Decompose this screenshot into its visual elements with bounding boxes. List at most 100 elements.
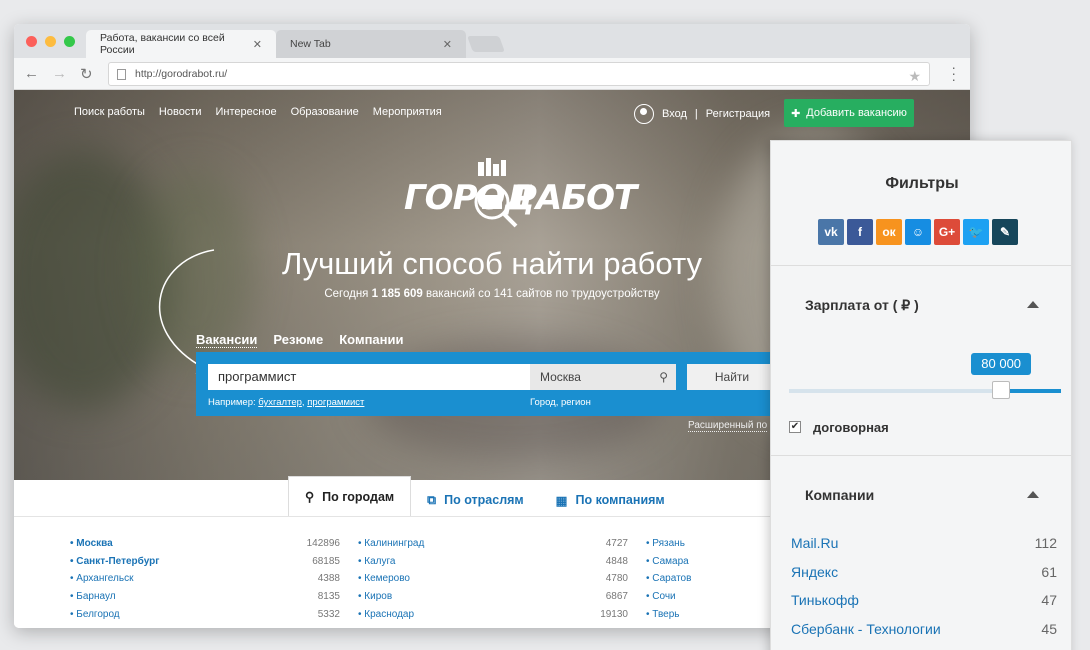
collapse-caret-icon[interactable] — [1027, 491, 1039, 498]
tab-vacancies[interactable]: Вакансии — [196, 332, 258, 348]
city-name[interactable]: Архангельск — [70, 573, 133, 591]
city-name[interactable]: Краснодар — [358, 609, 414, 627]
city-row[interactable]: Архангельск 4388 — [70, 573, 340, 591]
company-row[interactable]: Сбербанк - Технологии 45 — [791, 621, 1057, 637]
salary-slider-handle[interactable] — [992, 381, 1011, 399]
search-box: программист Москва ⚲ Найти Например: бух… — [196, 352, 786, 416]
tab-by-cities[interactable]: ⚲ По городам — [288, 476, 412, 516]
city-row[interactable]: Барнаул 8135 — [70, 591, 340, 609]
url-text: http://gorodrabot.ru/ — [135, 68, 228, 80]
city-name[interactable]: Калуга — [358, 556, 395, 574]
find-button[interactable]: Найти — [687, 364, 777, 390]
company-row[interactable]: Яндекс 61 — [791, 564, 1057, 580]
city-name[interactable]: Кемерово — [358, 573, 410, 591]
livejournal-icon[interactable]: ✎ — [992, 219, 1018, 245]
close-icon[interactable]: ✕ — [253, 38, 262, 51]
city-row[interactable]: Тверь — [646, 609, 756, 627]
company-name[interactable]: Яндекс — [791, 564, 838, 580]
city-row[interactable]: Киров 6867 — [358, 591, 628, 609]
bookmark-star-icon[interactable]: ★ — [908, 65, 921, 87]
example-link-accountant[interactable]: бухгалтер — [258, 397, 302, 408]
city-row[interactable]: Самара — [646, 556, 756, 574]
example-link-programmer[interactable]: программист — [307, 397, 364, 408]
city-name[interactable]: Барнаул — [70, 591, 115, 609]
tab-companies[interactable]: Компании — [339, 332, 403, 348]
nav-item-events[interactable]: Мероприятия — [373, 106, 442, 118]
reload-icon[interactable]: ↻ — [80, 65, 93, 83]
nav-item-interesting[interactable]: Интересное — [216, 106, 277, 118]
add-vacancy-button[interactable]: ✚ Добавить вакансию — [784, 99, 914, 127]
city-name[interactable]: Саратов — [646, 573, 691, 591]
company-name[interactable]: Сбербанк - Технологии — [791, 621, 941, 637]
city-row[interactable]: Краснодар 19130 — [358, 609, 628, 627]
address-bar[interactable]: http://gorodrabot.ru/ ★ — [108, 62, 930, 86]
login-link[interactable]: Вход — [662, 108, 687, 120]
city-name[interactable]: Сочи — [646, 591, 675, 609]
city-name[interactable]: Тверь — [646, 609, 679, 627]
company-row[interactable]: Mail.Ru 112 — [791, 535, 1057, 551]
city-name[interactable]: Самара — [646, 556, 688, 574]
city-input[interactable]: Москва ⚲ — [530, 364, 676, 390]
close-window-button[interactable] — [26, 36, 37, 47]
advanced-search-link[interactable]: Расширенный по — [688, 420, 768, 432]
negotiable-checkbox[interactable]: ✔ — [789, 421, 801, 433]
city-name[interactable]: Москва — [70, 538, 112, 556]
city-count: 142896 — [306, 538, 340, 549]
city-row[interactable]: Калуга 4848 — [358, 556, 628, 574]
filter-panel: Фильтры vk f ок ☺ G+ 🐦 ✎ Зарплата от ( ₽ ) 80 … — [770, 140, 1073, 650]
city-name[interactable]: Белгород — [70, 609, 119, 627]
city-count: 68185 — [312, 555, 340, 567]
vk-icon[interactable]: vk — [818, 219, 844, 245]
city-row[interactable]: Санкт-Петербург 68185 — [70, 556, 340, 574]
city-row[interactable]: Москва 142896 — [70, 538, 340, 556]
auth-links: Вход | Регистрация — [634, 104, 770, 124]
city-count: 5332 — [317, 608, 340, 620]
city-row[interactable]: Кемерово 4780 — [358, 573, 628, 591]
city-name[interactable]: Киров — [358, 591, 392, 609]
salary-slider-fill — [1001, 389, 1061, 393]
site-logo[interactable]: ГОРОД РАБОТ — [404, 158, 637, 228]
city-row[interactable]: Белгород 5332 — [70, 609, 340, 627]
filter-title: Фильтры — [885, 175, 959, 192]
moimir-icon[interactable]: ☺ — [905, 219, 931, 245]
odnoklassniki-icon[interactable]: ок — [876, 219, 902, 245]
tab-by-industries[interactable]: ⧉ По отраслям — [411, 480, 540, 520]
city-name[interactable]: Калининград — [358, 538, 424, 556]
city-name[interactable]: Санкт-Петербург — [70, 556, 159, 574]
salary-slider[interactable] — [789, 389, 1061, 393]
tab-title: New Tab — [290, 38, 331, 50]
minimize-window-button[interactable] — [45, 36, 56, 47]
maximize-window-button[interactable] — [64, 36, 75, 47]
company-name[interactable]: Тинькофф — [791, 592, 859, 608]
city-row[interactable]: Калининград 4727 — [358, 538, 628, 556]
company-row[interactable]: Тинькофф 47 — [791, 592, 1057, 608]
vacancy-count: 1 185 609 — [371, 288, 423, 300]
new-tab-button[interactable] — [467, 36, 505, 52]
search-input[interactable]: программист — [208, 364, 530, 390]
nav-item-education[interactable]: Образование — [291, 106, 359, 118]
browser-menu-icon[interactable]: · · · — [951, 60, 956, 86]
tab-by-companies[interactable]: ▦ По компаниям — [540, 480, 681, 520]
city-name[interactable]: Рязань — [646, 538, 685, 556]
search-type-tabs: Вакансии Резюме Компании — [196, 332, 404, 348]
city-count: 4848 — [605, 555, 628, 567]
company-name[interactable]: Mail.Ru — [791, 535, 838, 551]
city-row[interactable]: Сочи — [646, 591, 756, 609]
nav-item-news[interactable]: Новости — [159, 106, 202, 118]
city-row[interactable]: Рязань — [646, 538, 756, 556]
register-link[interactable]: Регистрация — [706, 108, 770, 120]
collapse-caret-icon[interactable] — [1027, 301, 1039, 308]
googleplus-icon[interactable]: G+ — [934, 219, 960, 245]
location-pin-icon: ⚲ — [305, 490, 315, 504]
main-nav: Поиск работы Новости Интересное Образова… — [74, 106, 442, 118]
city-row[interactable]: Саратов — [646, 573, 756, 591]
twitter-icon[interactable]: 🐦 — [963, 219, 989, 245]
facebook-icon[interactable]: f — [847, 219, 873, 245]
tab-resumes[interactable]: Резюме — [273, 332, 323, 348]
forward-arrow-icon[interactable]: → — [52, 65, 67, 82]
browser-tab-active[interactable]: Работа, вакансии со всей России ✕ — [86, 30, 276, 58]
browser-tab-new[interactable]: New Tab ✕ — [276, 30, 466, 58]
nav-item-job-search[interactable]: Поиск работы — [74, 106, 145, 118]
back-arrow-icon[interactable]: ← — [24, 65, 39, 82]
close-icon[interactable]: ✕ — [443, 38, 452, 51]
